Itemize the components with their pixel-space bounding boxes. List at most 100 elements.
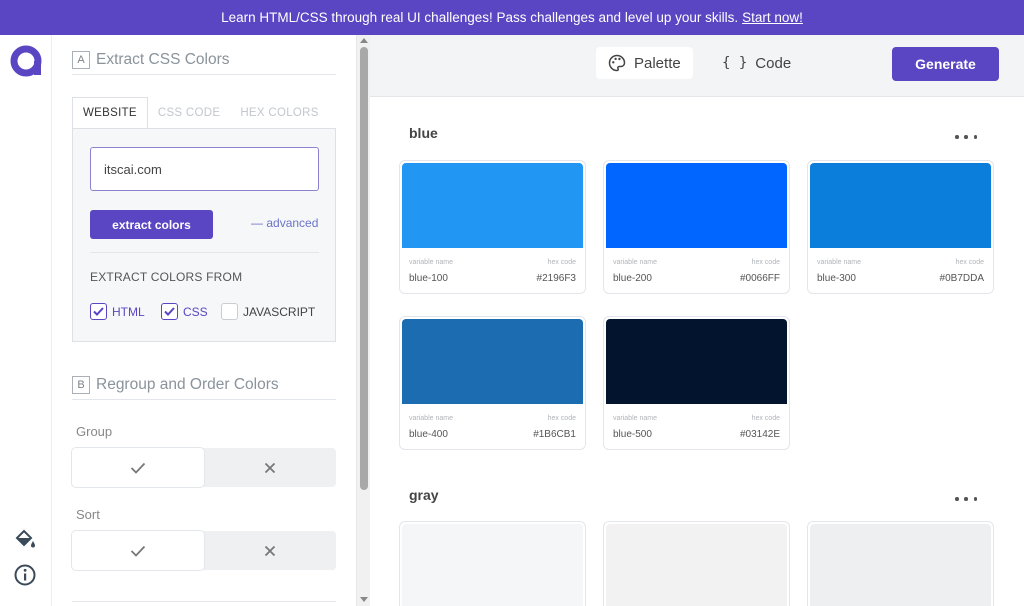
- main-area: Palette { } Code Generate blue variable …: [370, 35, 1024, 606]
- color-card[interactable]: [603, 521, 790, 606]
- tab-css-code[interactable]: CSS CODE: [148, 97, 230, 129]
- html-checkbox[interactable]: HTML: [90, 303, 145, 320]
- color-swatch: [810, 163, 991, 248]
- color-name: blue-500: [613, 429, 652, 440]
- website-tab-body: extract colors — advanced EXTRACT COLORS…: [72, 128, 336, 342]
- tab-code-label: Code: [755, 54, 792, 72]
- group-title-gray: gray: [409, 487, 439, 503]
- color-hex: #0066FF: [739, 273, 780, 284]
- variable-name-label: variable name: [613, 415, 657, 422]
- palette-icon: [608, 54, 626, 72]
- color-name: blue-400: [409, 429, 448, 440]
- tab-palette[interactable]: Palette: [596, 47, 693, 79]
- color-card[interactable]: variable name hex code blue-300 #0B7DDA: [807, 160, 994, 294]
- color-swatch: [402, 163, 583, 248]
- hex-code-label: hex code: [955, 259, 984, 266]
- checkbox-checked-icon: [161, 303, 178, 320]
- check-icon: [130, 545, 146, 557]
- more-options-icon[interactable]: [955, 132, 977, 142]
- settings-panel: A Extract CSS Colors WEBSITE CSS CODE HE…: [52, 35, 356, 606]
- checkbox-unchecked-icon: [221, 303, 238, 320]
- variable-name-label: variable name: [409, 259, 453, 266]
- more-options-icon[interactable]: [955, 494, 977, 504]
- color-swatch: [810, 524, 991, 606]
- promo-banner: Learn HTML/CSS through real UI challenge…: [0, 0, 1024, 35]
- check-icon: [130, 462, 146, 474]
- palette-content: blue variable name hex code blue-100 #21…: [370, 97, 1024, 606]
- extract-section-header: A Extract CSS Colors: [72, 45, 336, 75]
- left-rail: [0, 35, 52, 606]
- generate-button[interactable]: Generate: [892, 47, 999, 81]
- variable-name-label: variable name: [409, 415, 453, 422]
- hex-code-label: hex code: [547, 415, 576, 422]
- color-card[interactable]: variable name hex code blue-500 #03142E: [603, 316, 790, 450]
- html-checkbox-label: HTML: [112, 304, 145, 319]
- color-name: blue-300: [817, 273, 856, 284]
- advanced-toggle[interactable]: — advanced: [251, 216, 318, 230]
- javascript-checkbox[interactable]: JAVASCRIPT: [221, 303, 315, 320]
- group-no-option[interactable]: [204, 448, 336, 487]
- variable-name-label: variable name: [613, 259, 657, 266]
- color-card[interactable]: [807, 521, 994, 606]
- color-name: blue-200: [613, 273, 652, 284]
- color-hex: #0B7DDA: [939, 273, 984, 284]
- scroll-thumb[interactable]: [360, 47, 368, 490]
- section-letter: B: [72, 375, 90, 394]
- group-yes-option[interactable]: [72, 448, 204, 487]
- checkbox-checked-icon: [90, 303, 107, 320]
- extract-colors-button[interactable]: extract colors: [90, 210, 213, 239]
- tab-hex-colors[interactable]: HEX COLORS: [230, 97, 328, 129]
- color-swatch: [606, 319, 787, 404]
- color-card[interactable]: variable name hex code blue-100 #2196F3: [399, 160, 586, 294]
- website-url-input[interactable]: [90, 147, 319, 191]
- color-swatch: [606, 163, 787, 248]
- tab-code[interactable]: { } Code: [710, 47, 803, 79]
- view-toolbar: Palette { } Code Generate: [370, 35, 1024, 97]
- color-hex: #1B6CB1: [533, 429, 576, 440]
- code-braces-icon: { }: [722, 55, 748, 71]
- color-swatch: [402, 524, 583, 606]
- hex-code-label: hex code: [751, 259, 780, 266]
- color-card[interactable]: [399, 521, 586, 606]
- color-swatch: [402, 319, 583, 404]
- tab-website[interactable]: WEBSITE: [72, 97, 148, 129]
- panel-scrollbar[interactable]: [356, 35, 370, 606]
- banner-text: Learn HTML/CSS through real UI challenge…: [221, 10, 739, 25]
- group-title-blue: blue: [409, 125, 438, 141]
- color-hex: #03142E: [739, 429, 780, 440]
- banner-start-link[interactable]: Start now!: [742, 10, 803, 25]
- group-toggle: [72, 448, 336, 487]
- css-checkbox-label: CSS: [183, 304, 208, 319]
- extract-from-label: EXTRACT COLORS FROM: [90, 270, 243, 284]
- javascript-checkbox-label: JAVASCRIPT: [243, 304, 316, 319]
- app-logo-icon[interactable]: [10, 45, 42, 77]
- sort-yes-option[interactable]: [72, 531, 204, 570]
- sort-no-option[interactable]: [204, 531, 336, 570]
- regroup-section-header: B Regroup and Order Colors: [72, 370, 336, 400]
- source-tabs: WEBSITE CSS CODE HEX COLORS: [72, 97, 336, 129]
- paint-bucket-icon[interactable]: [13, 528, 37, 552]
- close-icon: [264, 545, 276, 556]
- color-card[interactable]: variable name hex code blue-400 #1B6CB1: [399, 316, 586, 450]
- info-icon[interactable]: [13, 563, 37, 587]
- section-letter: A: [72, 50, 90, 69]
- variable-name-label: variable name: [817, 259, 861, 266]
- scroll-up-arrow-icon[interactable]: [360, 38, 368, 43]
- sort-toggle: [72, 531, 336, 570]
- color-card[interactable]: variable name hex code blue-200 #0066FF: [603, 160, 790, 294]
- hex-code-label: hex code: [547, 259, 576, 266]
- close-icon: [264, 462, 276, 473]
- divider: [90, 252, 319, 253]
- color-swatch: [606, 524, 787, 606]
- tab-palette-label: Palette: [634, 54, 681, 72]
- group-label: Group: [76, 424, 113, 439]
- section-title: Extract CSS Colors: [96, 50, 230, 68]
- section-title: Regroup and Order Colors: [96, 375, 279, 393]
- hex-code-label: hex code: [751, 415, 780, 422]
- css-checkbox[interactable]: CSS: [161, 303, 208, 320]
- divider: [72, 601, 336, 602]
- scroll-down-arrow-icon[interactable]: [360, 597, 368, 602]
- sort-label: Sort: [76, 507, 100, 522]
- color-name: blue-100: [409, 273, 448, 284]
- color-hex: #2196F3: [536, 273, 576, 284]
